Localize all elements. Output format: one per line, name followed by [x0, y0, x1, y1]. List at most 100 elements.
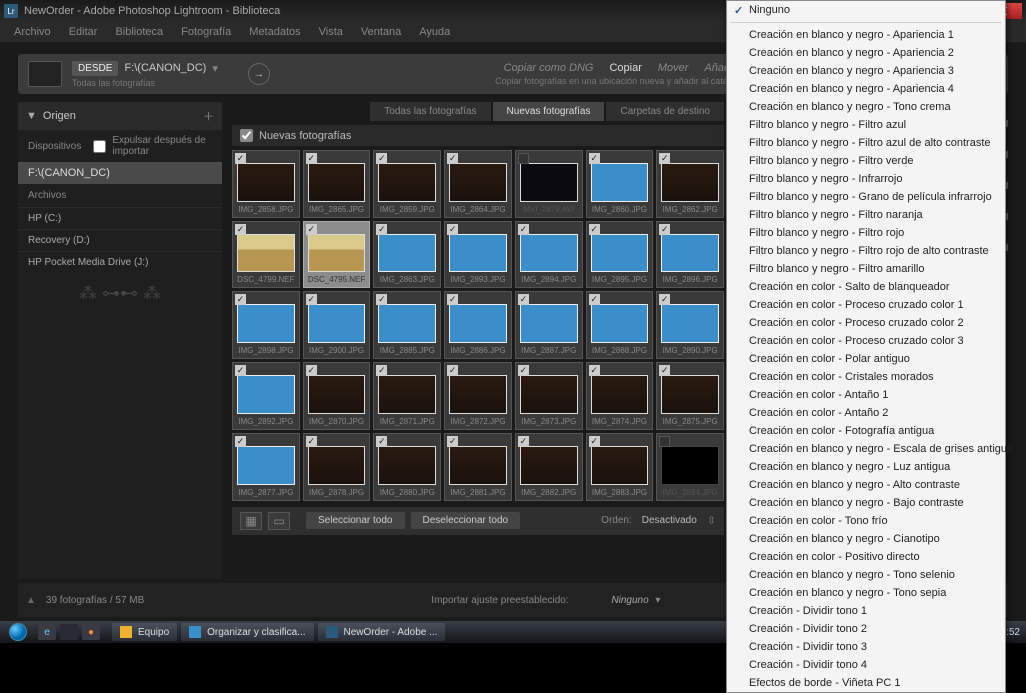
- chevron-down-icon[interactable]: ▾: [655, 595, 660, 606]
- preset-option[interactable]: Filtro blanco y negro - Filtro amarillo: [727, 260, 1005, 278]
- preset-option[interactable]: Filtro blanco y negro - Filtro naranja: [727, 206, 1005, 224]
- thumb-checkbox[interactable]: ✓: [376, 436, 387, 447]
- quicklaunch-firefox-icon[interactable]: ●: [82, 624, 100, 640]
- menu-archivo[interactable]: Archivo: [6, 24, 59, 40]
- thumbnail[interactable]: ✓IMG_2862.JPG: [656, 150, 724, 218]
- thumb-checkbox[interactable]: ✓: [589, 224, 600, 235]
- thumb-checkbox[interactable]: ✓: [447, 365, 458, 376]
- tab-dest-folders[interactable]: Carpetas de destino: [606, 102, 724, 121]
- preset-option[interactable]: Creación en color - Proceso cruzado colo…: [727, 296, 1005, 314]
- archive-item[interactable]: HP (C:): [18, 207, 222, 229]
- import-preset-value[interactable]: Ninguno: [611, 595, 648, 606]
- preset-option[interactable]: Creación en blanco y negro - Alto contra…: [727, 476, 1005, 494]
- preset-option[interactable]: Creación en color - Tono frío: [727, 512, 1005, 530]
- preset-option[interactable]: Creación en blanco y negro - Apariencia …: [727, 80, 1005, 98]
- thumbnail[interactable]: ✓IMG_2886.JPG: [444, 291, 512, 359]
- thumbnail[interactable]: ✓IMG_2887.JPG: [515, 291, 583, 359]
- thumb-checkbox[interactable]: ✓: [518, 294, 529, 305]
- preset-option[interactable]: Creación en blanco y negro - Cianotipo: [727, 530, 1005, 548]
- thumbnail[interactable]: ✓IMG_2875.JPG: [656, 362, 724, 430]
- thumbnail[interactable]: ✓MVI_2879.AVI: [515, 150, 583, 218]
- preset-option[interactable]: Filtro blanco y negro - Filtro azul: [727, 116, 1005, 134]
- preset-option[interactable]: Filtro blanco y negro - Filtro rojo: [727, 224, 1005, 242]
- thumb-checkbox[interactable]: ✓: [447, 436, 458, 447]
- preset-option[interactable]: Creación en blanco y negro - Escala de g…: [727, 440, 1005, 458]
- thumb-checkbox[interactable]: ✓: [659, 224, 670, 235]
- sort-updown-icon[interactable]: ⇳: [707, 514, 716, 527]
- taskbar-button[interactable]: NewOrder - Adobe ...: [318, 623, 446, 641]
- preset-option[interactable]: Filtro blanco y negro - Filtro verde: [727, 152, 1005, 170]
- preset-option[interactable]: Creación en blanco y negro - Apariencia …: [727, 44, 1005, 62]
- menu-editar[interactable]: Editar: [61, 24, 106, 40]
- preset-option[interactable]: Creación en color - Proceso cruzado colo…: [727, 332, 1005, 350]
- preset-option[interactable]: Creación - Dividir tono 4: [727, 656, 1005, 674]
- menu-fotografía[interactable]: Fotografía: [173, 24, 239, 40]
- thumbnail[interactable]: ✓IMG_2872.JPG: [444, 362, 512, 430]
- select-all-button[interactable]: Seleccionar todo: [306, 512, 405, 529]
- preset-option[interactable]: Creación en color - Positivo directo: [727, 548, 1005, 566]
- thumb-checkbox[interactable]: ✓: [659, 153, 670, 164]
- thumbnail[interactable]: ✓IMG_2882.JPG: [515, 433, 583, 501]
- thumbnail[interactable]: ✓IMG_2892.JPG: [232, 362, 300, 430]
- thumb-checkbox[interactable]: ✓: [589, 294, 600, 305]
- thumbnail[interactable]: ✓IMG_2864.JPG: [444, 150, 512, 218]
- thumbnail[interactable]: ✓IMG_2883.JPG: [586, 433, 654, 501]
- grid-view-icon[interactable]: ▦: [240, 512, 262, 530]
- thumb-checkbox[interactable]: ✓: [589, 365, 600, 376]
- menu-metadatos[interactable]: Metadatos: [241, 24, 308, 40]
- thumb-checkbox[interactable]: ✓: [447, 153, 458, 164]
- action-move[interactable]: Mover: [658, 62, 689, 74]
- select-all-checkbox[interactable]: [240, 129, 253, 142]
- preset-option[interactable]: Creación en blanco y negro - Apariencia …: [727, 62, 1005, 80]
- preset-option[interactable]: Filtro blanco y negro - Filtro rojo de a…: [727, 242, 1005, 260]
- preset-option[interactable]: Creación en blanco y negro - Tono sepia: [727, 584, 1005, 602]
- thumb-checkbox[interactable]: ✓: [518, 224, 529, 235]
- taskbar-button[interactable]: Organizar y clasifica...: [181, 623, 313, 641]
- thumb-checkbox[interactable]: ✓: [376, 365, 387, 376]
- taskbar-button[interactable]: Equipo: [112, 623, 177, 641]
- preset-option[interactable]: Creación en color - Polar antiguo: [727, 350, 1005, 368]
- preset-option[interactable]: Creación - Dividir tono 2: [727, 620, 1005, 638]
- arrow-right-icon[interactable]: →: [248, 63, 270, 85]
- preset-option[interactable]: Filtro blanco y negro - Infrarrojo: [727, 170, 1005, 188]
- preset-option[interactable]: Creación en color - Salto de blanqueador: [727, 278, 1005, 296]
- thumb-checkbox[interactable]: ✓: [376, 153, 387, 164]
- preset-option[interactable]: Creación en blanco y negro - Apariencia …: [727, 26, 1005, 44]
- chevron-down-icon[interactable]: ▾: [212, 62, 218, 75]
- triangle-up-icon[interactable]: ▲: [26, 595, 36, 606]
- thumbnail[interactable]: ✓IMG_2896.JPG: [656, 221, 724, 289]
- tab-new-photos[interactable]: Nuevas fotografías: [493, 102, 605, 121]
- preset-option[interactable]: Creación en color - Proceso cruzado colo…: [727, 314, 1005, 332]
- tab-all-photos[interactable]: Todas las fotografías: [370, 102, 490, 121]
- order-value[interactable]: Desactivado: [642, 515, 697, 526]
- preset-option[interactable]: Filtro blanco y negro - Filtro azul de a…: [727, 134, 1005, 152]
- thumb-checkbox[interactable]: ✓: [306, 294, 317, 305]
- thumb-checkbox[interactable]: ✓: [518, 436, 529, 447]
- thumbnail[interactable]: ✓IMG_2881.JPG: [444, 433, 512, 501]
- menu-biblioteca[interactable]: Biblioteca: [107, 24, 171, 40]
- thumb-checkbox[interactable]: ✓: [306, 224, 317, 235]
- thumbnail[interactable]: ✓DSC_4795.NEF: [303, 221, 371, 289]
- thumbnail[interactable]: ✓IMG_2894.JPG: [515, 221, 583, 289]
- preset-option[interactable]: Filtro blanco y negro - Grano de películ…: [727, 188, 1005, 206]
- thumb-checkbox[interactable]: ✓: [659, 294, 670, 305]
- thumbnail[interactable]: ✓IMG_2900.JPG: [303, 291, 371, 359]
- thumbnail[interactable]: ✓IMG_2870.JPG: [303, 362, 371, 430]
- thumb-checkbox[interactable]: ✓: [518, 365, 529, 376]
- thumbnail[interactable]: ✓IMG_2860.JPG: [586, 150, 654, 218]
- thumb-checkbox[interactable]: ✓: [447, 294, 458, 305]
- thumb-checkbox[interactable]: ✓: [235, 153, 246, 164]
- thumbnail[interactable]: ✓IMG_2888.JPG: [586, 291, 654, 359]
- action-copy-dng[interactable]: Copiar como DNG: [504, 62, 594, 74]
- thumbnail[interactable]: ✓IMG_2880.JPG: [373, 433, 441, 501]
- thumb-checkbox[interactable]: ✓: [235, 365, 246, 376]
- preset-option[interactable]: Ninguno: [727, 1, 1005, 19]
- thumbnail[interactable]: ✓IMG_2898.JPG: [232, 291, 300, 359]
- thumb-checkbox[interactable]: ✓: [235, 294, 246, 305]
- preset-option[interactable]: Creación en blanco y negro - Luz antigua: [727, 458, 1005, 476]
- thumb-checkbox[interactable]: ✓: [376, 294, 387, 305]
- thumbnail[interactable]: ✓IMG_2874.JPG: [586, 362, 654, 430]
- menu-vista[interactable]: Vista: [311, 24, 351, 40]
- thumb-checkbox[interactable]: ✓: [376, 224, 387, 235]
- thumb-checkbox[interactable]: ✓: [659, 365, 670, 376]
